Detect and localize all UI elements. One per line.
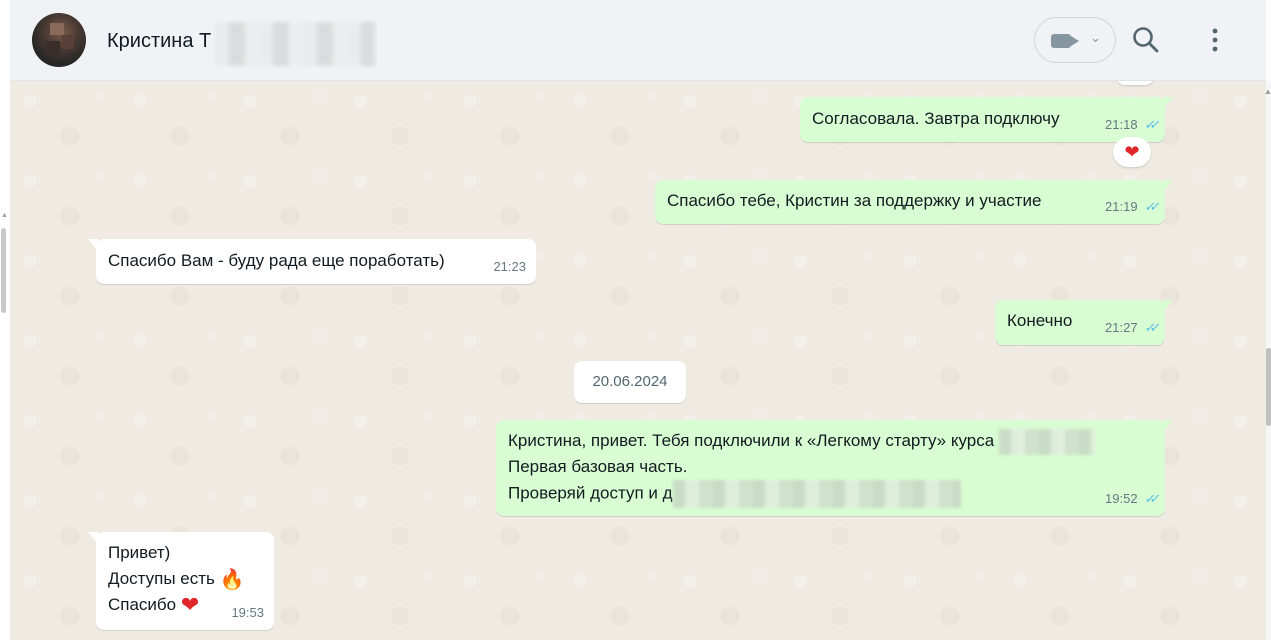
- message-bubble-outgoing[interactable]: Кристина, привет. Тебя подключили к «Лег…: [496, 420, 1173, 516]
- chevron-down-icon: ⌄: [1090, 30, 1101, 45]
- message-meta: 21:19 ✓✓: [1105, 194, 1157, 220]
- heart-icon: ❤: [180, 592, 200, 617]
- chat-scrollbar[interactable]: ▲: [1264, 81, 1271, 640]
- message-bubble-incoming[interactable]: Спасибо Вам - буду рада еще поработать) …: [88, 239, 536, 284]
- menu-button[interactable]: [1206, 24, 1224, 56]
- message-line: Привет): [108, 543, 171, 562]
- message-text: Спасибо Вам - буду рада еще поработать): [108, 251, 445, 270]
- search-icon: [1133, 27, 1159, 53]
- heart-icon: ❤: [1124, 142, 1140, 162]
- message-time: 21:18: [1105, 117, 1138, 132]
- avatar[interactable]: [32, 13, 86, 67]
- scroll-up-arrow-icon[interactable]: ▲: [1264, 87, 1271, 96]
- message-meta: 19:53: [231, 600, 264, 626]
- message-line: Спасибо ❤: [108, 592, 200, 617]
- scroll-up-arrow-icon[interactable]: ▲: [1, 212, 8, 219]
- search-button[interactable]: [1130, 24, 1162, 56]
- message-line: Проверяй доступ и д: [508, 480, 961, 508]
- read-receipt-icon: ✓✓: [1143, 199, 1157, 214]
- redacted-surname: [215, 22, 375, 66]
- message-line: Доступы есть 🔥: [108, 569, 245, 591]
- message-time: 19:53: [231, 605, 264, 620]
- message-text: Конечно: [1007, 311, 1073, 330]
- video-call-button[interactable]: ⌄: [1034, 17, 1116, 63]
- message-bubble-incoming[interactable]: Привет) Доступы есть 🔥 Спасибо ❤ 19:53: [88, 532, 274, 630]
- more-vertical-icon: [1212, 28, 1218, 52]
- redacted-text: [672, 480, 961, 508]
- message-time: 21:23: [493, 259, 526, 274]
- message-text: Согласовала. Завтра подключу: [812, 109, 1060, 128]
- message-text: Спасибо тебе, Кристин за поддержку и уча…: [667, 191, 1042, 210]
- message-line: Кристина, привет. Тебя подключили к «Лег…: [508, 428, 1095, 455]
- message-time: 19:52: [1105, 491, 1138, 506]
- message-bubble-outgoing[interactable]: Согласовала. Завтра подключу 21:18 ✓✓: [800, 97, 1173, 142]
- fire-icon: 🔥: [219, 569, 245, 591]
- message-bubble-outgoing[interactable]: Конечно 21:27 ✓✓: [995, 300, 1173, 345]
- reaction-partial[interactable]: [1116, 81, 1154, 85]
- read-receipt-icon: ✓✓: [1143, 491, 1157, 506]
- message-list[interactable]: Согласовала. Завтра подключу 21:18 ✓✓ ❤ …: [10, 81, 1266, 640]
- message-bubble-outgoing[interactable]: Спасибо тебе, Кристин за поддержку и уча…: [655, 180, 1173, 224]
- left-scroll-thumb[interactable]: [1, 228, 6, 313]
- contact-name[interactable]: Кристина Т: [107, 30, 211, 53]
- chat-header: Кристина Т ⌄: [10, 0, 1266, 81]
- message-line: Первая базовая часть.: [508, 457, 688, 476]
- message-time: 21:27: [1105, 320, 1138, 335]
- message-meta: 21:18 ✓✓: [1105, 112, 1157, 138]
- video-camera-icon: [1051, 34, 1071, 48]
- message-time: 21:19: [1105, 199, 1138, 214]
- redacted-text: [998, 428, 1095, 455]
- message-meta: 19:52 ✓✓: [1105, 486, 1157, 512]
- scroll-thumb[interactable]: [1266, 348, 1271, 426]
- read-receipt-icon: ✓✓: [1143, 117, 1157, 132]
- heart-reaction[interactable]: ❤: [1113, 137, 1151, 167]
- message-meta: 21:27 ✓✓: [1105, 315, 1157, 341]
- date-divider: 20.06.2024: [574, 361, 686, 403]
- left-pane-edge: ▲: [0, 0, 10, 640]
- message-meta: 21:23: [493, 254, 526, 280]
- read-receipt-icon: ✓✓: [1143, 320, 1157, 335]
